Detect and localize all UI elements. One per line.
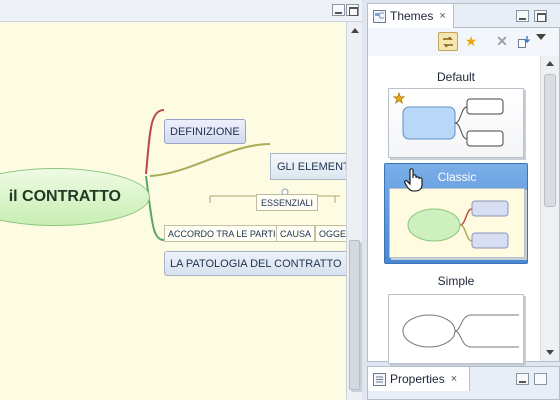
minimize-button[interactable] bbox=[516, 10, 529, 22]
topic-elementi[interactable]: GLI ELEMENTI bbox=[270, 153, 346, 180]
themes-scrollbar[interactable] bbox=[540, 56, 559, 361]
view-menu-icon[interactable] bbox=[536, 34, 546, 40]
scroll-up-arrow[interactable] bbox=[351, 28, 359, 33]
themes-tab-bar bbox=[454, 4, 560, 28]
set-default-button[interactable]: ★ bbox=[461, 32, 481, 51]
scroll-up-arrow[interactable] bbox=[546, 61, 554, 66]
themes-list[interactable]: Default ★ Classic Simple bbox=[368, 56, 540, 364]
classic-preview-graphic bbox=[407, 200, 509, 249]
properties-tab[interactable]: Properties × bbox=[368, 367, 470, 391]
editor-tab-bar bbox=[0, 0, 362, 22]
topic-patologia[interactable]: LA PATOLOGIA DEL CONTRATTO bbox=[164, 251, 346, 276]
maximize-button[interactable] bbox=[534, 10, 547, 22]
properties-view-icon bbox=[373, 372, 386, 386]
themes-tab-label: Themes bbox=[390, 9, 434, 23]
scrollbar-thumb[interactable] bbox=[544, 74, 556, 207]
theme-preview bbox=[389, 188, 525, 258]
import-theme-button[interactable] bbox=[514, 32, 534, 51]
theme-name: Simple bbox=[437, 274, 475, 288]
delete-theme-button[interactable]: ✕ bbox=[492, 32, 512, 51]
hand-cursor-icon bbox=[404, 168, 423, 192]
maximize-button[interactable] bbox=[346, 4, 359, 16]
editor-scrollbar[interactable] bbox=[346, 22, 362, 400]
topic-essenziali[interactable]: ESSENZIALI bbox=[256, 194, 319, 211]
sync-theme-button[interactable] bbox=[438, 32, 458, 51]
themes-view: Themes × ★ ✕ Default ★ Classic Simple bbox=[367, 3, 560, 364]
import-icon bbox=[518, 35, 530, 48]
topic-label: ACCORDO TRA LE PARTI bbox=[168, 228, 276, 239]
central-topic-label: il CONTRATTO bbox=[8, 188, 121, 205]
theme-preview bbox=[388, 294, 524, 364]
topic-label: OGGETTO bbox=[319, 228, 346, 239]
topic-oggetto[interactable]: OGGETTO bbox=[315, 225, 346, 242]
simple-preview-graphic bbox=[402, 314, 519, 348]
default-preview-graphic: ★ bbox=[392, 90, 504, 147]
topic-label: DEFINIZIONE bbox=[170, 125, 240, 138]
properties-view: Properties × bbox=[367, 366, 560, 400]
topic-label: GLI ELEMENTI bbox=[277, 160, 346, 173]
topic-label: LA PATOLOGIA DEL CONTRATTO bbox=[170, 257, 342, 270]
theme-preview: ★ bbox=[388, 88, 524, 158]
topic-causa[interactable]: CAUSA bbox=[276, 225, 316, 242]
maximize-button[interactable] bbox=[534, 373, 547, 385]
theme-name: Default bbox=[436, 70, 476, 84]
topic-label: ESSENZIALI bbox=[261, 197, 314, 208]
sync-icon bbox=[443, 35, 453, 48]
theme-item-default[interactable]: Default ★ bbox=[384, 66, 528, 158]
themes-toolbar: ★ ✕ bbox=[368, 28, 559, 56]
star-icon: ★ bbox=[464, 33, 478, 49]
delete-icon: ✕ bbox=[496, 33, 508, 49]
close-icon[interactable]: × bbox=[439, 10, 445, 22]
mindmap-canvas[interactable]: il CONTRATTO DEFINIZIONE GLI ELEMENTI ES… bbox=[0, 22, 346, 400]
topic-accordo[interactable]: ACCORDO TRA LE PARTI bbox=[164, 225, 280, 242]
themes-view-icon bbox=[373, 9, 386, 23]
minimize-button[interactable] bbox=[516, 373, 529, 385]
star-icon: ★ bbox=[393, 90, 406, 106]
mindmap-editor: il CONTRATTO DEFINIZIONE GLI ELEMENTI ES… bbox=[0, 0, 362, 400]
themes-tab[interactable]: Themes × bbox=[368, 4, 454, 28]
topic-definizione[interactable]: DEFINIZIONE bbox=[164, 119, 246, 144]
properties-tab-label: Properties bbox=[390, 372, 445, 386]
close-icon[interactable]: × bbox=[451, 373, 457, 385]
scrollbar-thumb[interactable] bbox=[349, 240, 360, 390]
topic-label: CAUSA bbox=[280, 228, 312, 239]
scroll-down-arrow[interactable] bbox=[546, 350, 554, 355]
theme-item-simple[interactable]: Simple bbox=[384, 272, 528, 364]
minimize-button[interactable] bbox=[332, 4, 345, 16]
